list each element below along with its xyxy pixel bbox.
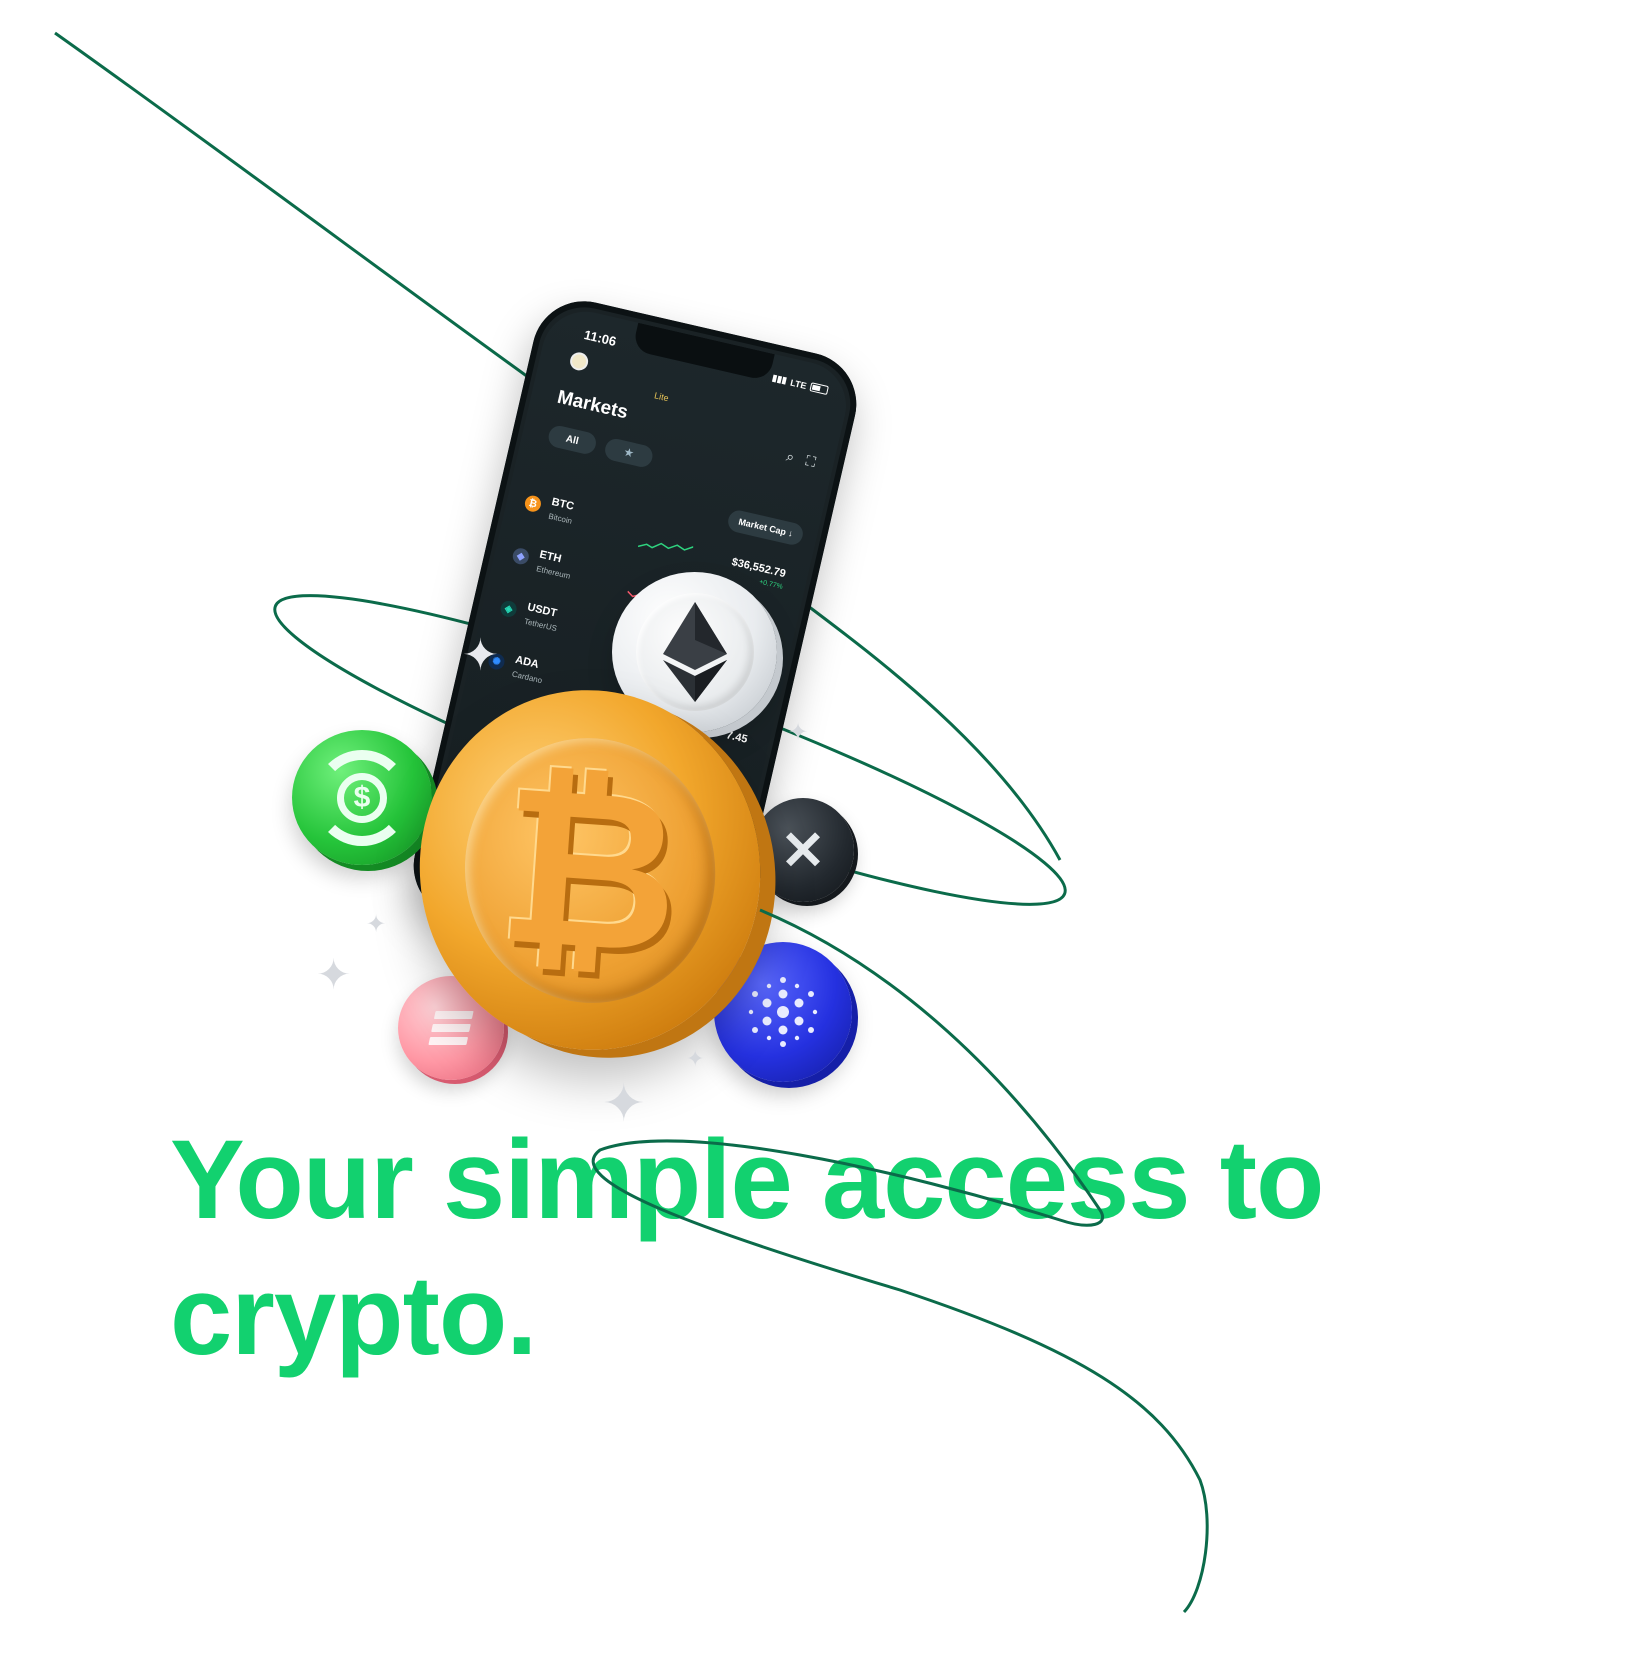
tether-icon: ◈ xyxy=(499,599,519,619)
filter-chips: All ★ xyxy=(546,423,655,470)
coin-change: +0.77% xyxy=(758,578,784,591)
coin-price: $36,552.79 xyxy=(730,556,787,581)
ethereum-icon: ◆ xyxy=(511,546,531,566)
headline-line-1: Your simple access to xyxy=(170,1117,1324,1242)
coin-price: 7.45 xyxy=(725,729,749,746)
scan-icon[interactable]: ⛶ xyxy=(804,452,817,471)
coin-name: Bitcoin xyxy=(547,511,573,526)
screen-title: Markets xyxy=(555,386,630,424)
coin-symbol: ETH xyxy=(538,548,563,566)
solana-icon xyxy=(428,1011,474,1045)
avatar[interactable] xyxy=(568,350,590,373)
signal-icon: ▮▮▮ xyxy=(771,372,788,386)
usdc-coin: $ xyxy=(292,730,432,865)
sparkle-icon: ✦ xyxy=(366,911,387,938)
sparkle-icon: ✦ xyxy=(788,719,809,746)
hero-section: 11:06 ▮▮▮ LTE Lite Markets ⌕ ⛶ All ★ Mar… xyxy=(0,0,1641,1669)
xrp-coin: ✕ xyxy=(752,798,854,902)
sparkle-icon: ✦ xyxy=(686,1046,705,1071)
brand-suffix: Lite xyxy=(653,390,670,404)
ethereum-icon xyxy=(662,602,727,702)
status-time: 11:06 xyxy=(582,327,618,350)
hero-headline: Your simple access to crypto. xyxy=(170,1112,1470,1384)
star-icon[interactable]: ★ xyxy=(602,436,655,470)
network-label: LTE xyxy=(789,377,808,391)
status-indicators: ▮▮▮ LTE xyxy=(771,372,829,396)
headline-line-2: crypto. xyxy=(170,1253,537,1378)
coin-symbol: BTC xyxy=(550,496,576,513)
sparkle-icon: ✦ xyxy=(316,951,352,998)
coin-symbol: USDT xyxy=(526,601,559,620)
filter-all[interactable]: All xyxy=(546,423,599,457)
dollar-icon: $ xyxy=(337,772,387,823)
battery-icon xyxy=(809,382,829,396)
coin-name: Cardano xyxy=(511,669,544,686)
cardano-icon xyxy=(748,977,818,1047)
top-actions: ⌕ ⛶ xyxy=(785,448,817,471)
bitcoin-icon: ₿ xyxy=(491,736,689,1004)
search-icon[interactable]: ⌕ xyxy=(785,448,796,466)
bitcoin-icon: ₿ xyxy=(523,494,543,514)
coin-name: Ethereum xyxy=(535,564,572,581)
sparkle-icon: ✦ xyxy=(462,631,499,680)
xrp-icon: ✕ xyxy=(780,820,826,881)
sparkline xyxy=(637,542,694,551)
coin-symbol: ADA xyxy=(514,653,540,671)
